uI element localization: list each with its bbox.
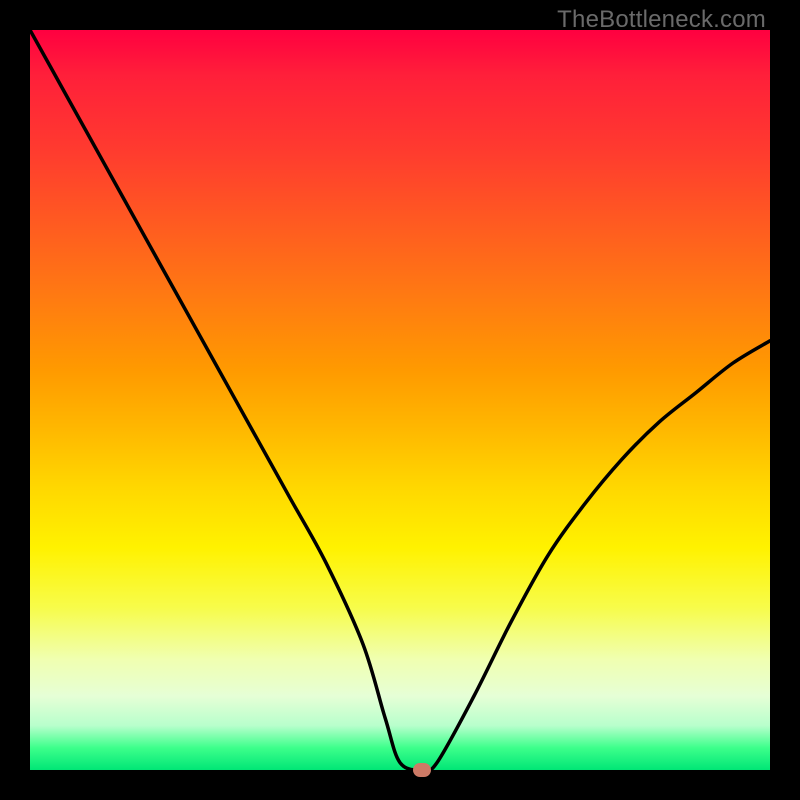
chart-frame: TheBottleneck.com xyxy=(0,0,800,800)
gradient-plot-area xyxy=(30,30,770,770)
optimum-marker-icon xyxy=(413,763,431,777)
watermark-text: TheBottleneck.com xyxy=(557,6,766,34)
